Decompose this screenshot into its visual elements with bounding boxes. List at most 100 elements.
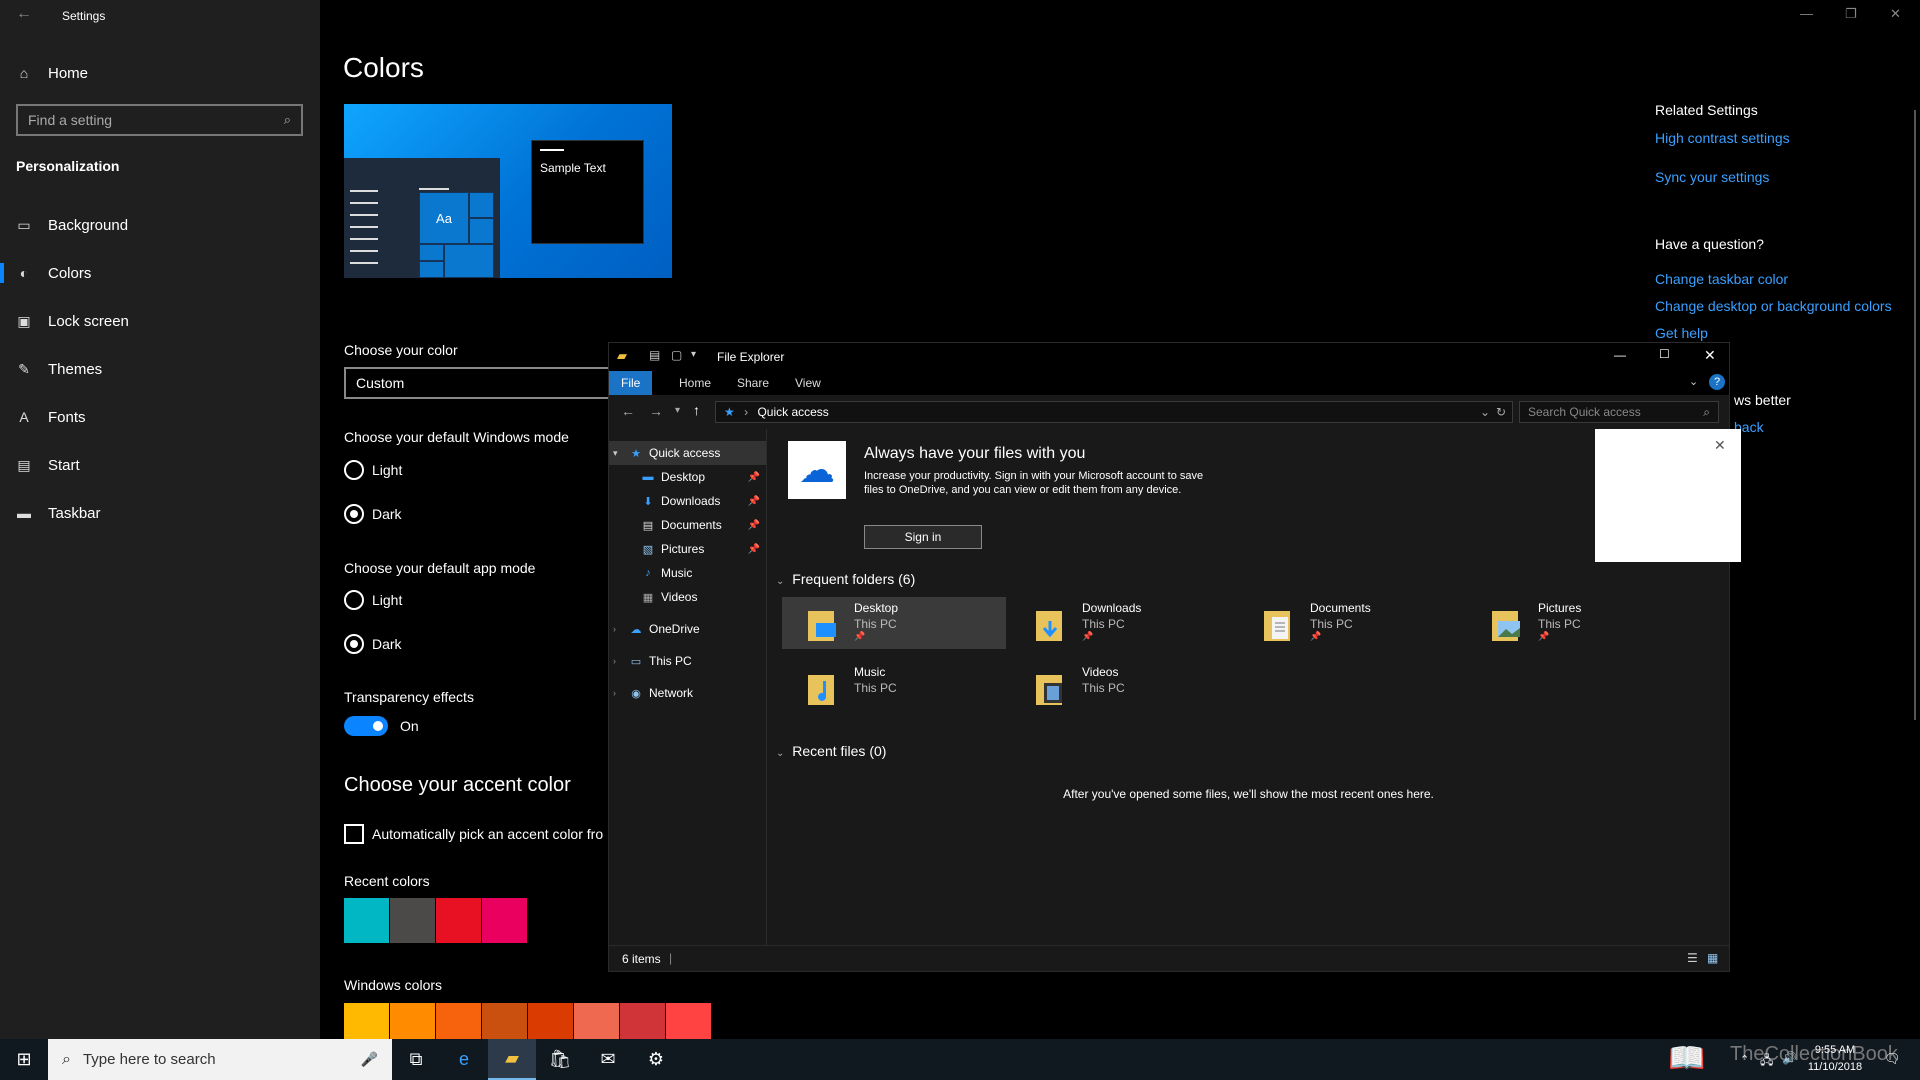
find-setting-input[interactable]: Find a setting ⌕ <box>16 104 303 136</box>
explorer-minimize-button[interactable]: — <box>1614 348 1626 362</box>
desktop-colors-link[interactable]: Change desktop or background colors <box>1655 298 1892 314</box>
collapsed-chevron-icon[interactable]: › <box>613 624 629 634</box>
windows-color-swatch[interactable] <box>344 1003 389 1039</box>
file-explorer-button[interactable]: ▰ <box>488 1039 536 1080</box>
back-arrow-icon[interactable]: ← <box>16 5 32 23</box>
windows-color-swatch[interactable] <box>620 1003 665 1039</box>
high-contrast-link[interactable]: High contrast settings <box>1655 130 1790 146</box>
recent-color-swatch[interactable] <box>436 898 481 943</box>
up-arrow-icon[interactable]: ↑ <box>693 402 700 418</box>
folder-tile[interactable]: Videos This PC <box>1010 661 1234 713</box>
folder-tile[interactable]: Documents This PC 📌 <box>1238 597 1462 649</box>
close-banner-icon[interactable]: ✕ <box>1714 437 1726 454</box>
restore-button[interactable]: ❐ <box>1845 6 1857 22</box>
nav-videos[interactable]: ▦ Videos <box>609 585 766 609</box>
chevron-down-icon[interactable]: ▾ <box>691 349 696 360</box>
windows-color-swatch[interactable] <box>390 1003 435 1039</box>
choose-color-dropdown[interactable]: Custom <box>344 367 618 399</box>
recent-color-swatch[interactable] <box>390 898 435 943</box>
taskbar-color-link[interactable]: Change taskbar color <box>1655 271 1788 287</box>
taskbar-search-input[interactable]: ⌕ Type here to search 🎤 <box>48 1039 392 1080</box>
windows-mode-light-radio[interactable] <box>344 460 364 480</box>
expand-ribbon-icon[interactable]: ⌄ <box>1689 375 1698 388</box>
nav-lock-screen[interactable]: ▣ Lock screen <box>0 301 320 341</box>
task-view-button[interactable]: ⧉ <box>392 1039 440 1080</box>
collapsed-chevron-icon[interactable]: › <box>613 688 629 698</box>
nav-quick-access[interactable]: ▾ ★ Quick access <box>609 441 766 465</box>
details-view-icon[interactable]: ☰ <box>1687 951 1698 965</box>
network-tray-icon[interactable]: 🖧 <box>1760 1051 1773 1072</box>
minimize-button[interactable]: — <box>1800 6 1813 21</box>
folder-tile[interactable]: Music This PC <box>782 661 1006 713</box>
pin-icon[interactable]: 📌 <box>748 544 760 555</box>
nav-documents[interactable]: ▤ Documents 📌 <box>609 513 766 537</box>
edge-button[interactable]: e <box>440 1039 488 1080</box>
nav-home[interactable]: ⌂ Home <box>0 53 320 93</box>
app-mode-light-radio[interactable] <box>344 590 364 610</box>
windows-color-swatch[interactable] <box>436 1003 481 1039</box>
nav-start[interactable]: ▤ Start <box>0 445 320 485</box>
search-icon[interactable]: ⌕ <box>284 112 291 128</box>
help-icon[interactable]: ? <box>1709 374 1725 390</box>
app-mode-dark-radio[interactable] <box>344 634 364 654</box>
frequent-folders-header[interactable]: ⌄ Frequent folders (6) <box>776 571 915 587</box>
tab-view[interactable]: View <box>783 371 833 395</box>
refresh-icon[interactable]: ↻ <box>1496 405 1506 419</box>
expanded-chevron-icon[interactable]: ▾ <box>613 448 629 459</box>
nav-network[interactable]: › ◉ Network <box>609 681 766 705</box>
tab-share[interactable]: Share <box>725 371 781 395</box>
address-bar[interactable]: ★ › Quick access ⌄ ↻ <box>715 401 1513 423</box>
collapsed-chevron-icon[interactable]: › <box>613 656 629 666</box>
new-folder-icon[interactable]: ▢ <box>671 348 682 362</box>
windows-mode-dark-radio[interactable] <box>344 504 364 524</box>
folder-tile[interactable]: Pictures This PC 📌 <box>1466 597 1690 649</box>
chevron-up-icon[interactable]: ⌃ <box>1740 1053 1749 1066</box>
clock[interactable]: 9:55 AM 11/10/2018 <box>1800 1042 1870 1076</box>
microphone-icon[interactable]: 🎤 <box>361 1051 378 1068</box>
scrollbar[interactable] <box>1914 110 1916 720</box>
nav-downloads[interactable]: ⬇ Downloads 📌 <box>609 489 766 513</box>
nav-fonts[interactable]: A Fonts <box>0 397 320 437</box>
windows-color-swatch[interactable] <box>666 1003 711 1039</box>
pin-icon[interactable]: 📌 <box>748 472 760 483</box>
start-button[interactable]: ⊞ <box>0 1039 48 1080</box>
windows-color-swatch[interactable] <box>528 1003 573 1039</box>
auto-accent-checkbox[interactable] <box>344 824 364 844</box>
nav-this-pc[interactable]: › ▭ This PC <box>609 649 766 673</box>
pin-icon[interactable]: 📌 <box>748 496 760 507</box>
notification-icon[interactable]: 🗨 <box>1884 1051 1901 1067</box>
sign-in-button[interactable]: Sign in <box>864 525 982 549</box>
settings-button[interactable]: ⚙ <box>632 1039 680 1080</box>
windows-color-swatch[interactable] <box>574 1003 619 1039</box>
nav-taskbar[interactable]: ▬ Taskbar <box>0 493 320 533</box>
close-button[interactable]: ✕ <box>1890 6 1901 22</box>
recent-locations-icon[interactable]: ▾ <box>675 405 680 416</box>
recent-color-swatch[interactable] <box>344 898 389 943</box>
nav-pictures[interactable]: ▧ Pictures 📌 <box>609 537 766 561</box>
windows-color-swatch[interactable] <box>482 1003 527 1039</box>
back-arrow-icon[interactable]: ← <box>621 403 635 419</box>
nav-onedrive[interactable]: › ☁ OneDrive <box>609 617 766 641</box>
sync-settings-link[interactable]: Sync your settings <box>1655 169 1769 185</box>
recent-files-header[interactable]: ⌄ Recent files (0) <box>776 743 886 759</box>
nav-colors[interactable]: ◐ Colors <box>0 253 320 293</box>
nav-music[interactable]: ♪ Music <box>609 561 766 585</box>
explorer-search-input[interactable]: Search Quick access ⌕ <box>1519 401 1719 423</box>
store-button[interactable]: 🛍 <box>536 1039 584 1080</box>
mail-button[interactable]: ✉ <box>584 1039 632 1080</box>
volume-icon[interactable]: 🔊 <box>1782 1051 1797 1065</box>
forward-arrow-icon[interactable]: → <box>649 403 663 419</box>
properties-icon[interactable]: ▤ <box>649 348 660 362</box>
get-help-link[interactable]: Get help <box>1655 325 1708 341</box>
address-dropdown-icon[interactable]: ⌄ <box>1480 405 1490 419</box>
tab-file[interactable]: File <box>609 371 653 395</box>
transparency-toggle[interactable] <box>344 716 388 736</box>
nav-background[interactable]: ▭ Background <box>0 205 320 245</box>
large-icons-view-icon[interactable]: ▦ <box>1707 951 1718 965</box>
nav-desktop[interactable]: ▬ Desktop 📌 <box>609 465 766 489</box>
nav-themes[interactable]: ✎ Themes <box>0 349 320 389</box>
explorer-close-button[interactable]: ✕ <box>1704 347 1716 364</box>
pin-icon[interactable]: 📌 <box>748 520 760 531</box>
folder-tile[interactable]: Desktop This PC 📌 <box>782 597 1006 649</box>
tab-home[interactable]: Home <box>667 371 723 395</box>
